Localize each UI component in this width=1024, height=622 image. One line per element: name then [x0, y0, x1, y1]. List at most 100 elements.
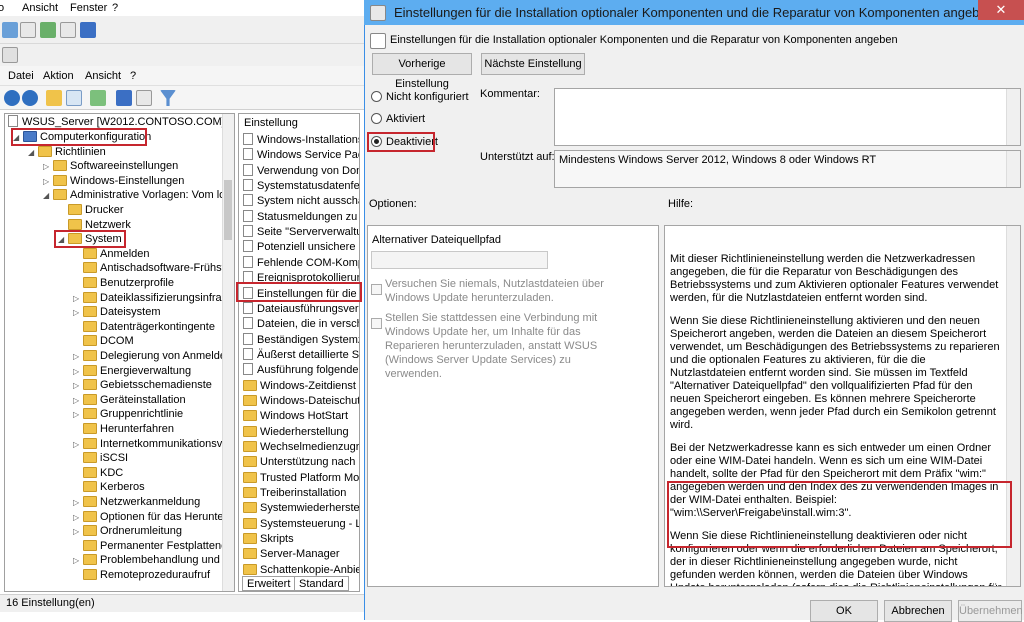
- settings-list-item[interactable]: Windows-Installationsdatei: [243, 133, 359, 148]
- help-icon[interactable]: [116, 90, 132, 106]
- settings-list-item[interactable]: Unterstützung nach "Zugriff verweigert": [243, 455, 359, 470]
- collapsed-arrow-icon[interactable]: ▷: [43, 174, 53, 189]
- page-icon[interactable]: [20, 22, 36, 38]
- settings-list-item[interactable]: Skripts: [243, 532, 294, 547]
- settings-list-item[interactable]: Wechselmedienzugriff: [243, 440, 359, 455]
- settings-list-item[interactable]: Dateien, die in verschlüsselten: [243, 317, 359, 332]
- collapsed-arrow-icon[interactable]: ▷: [73, 553, 83, 568]
- settings-list-item[interactable]: System nicht ausschalten: [243, 194, 359, 209]
- collapsed-arrow-icon[interactable]: ▷: [73, 510, 83, 525]
- menu-item-view[interactable]: Ansicht: [22, 2, 58, 14]
- settings-list-item[interactable]: Wiederherstellung: [243, 425, 349, 440]
- settings-list-item[interactable]: Windows HotStart: [243, 409, 348, 424]
- apply-button[interactable]: Übernehmen: [958, 600, 1023, 622]
- tree-item[interactable]: Remoteprozeduraufruf: [73, 568, 210, 583]
- filter-icon[interactable]: [160, 90, 176, 106]
- collapsed-arrow-icon[interactable]: ▷: [73, 407, 83, 422]
- properties-icon[interactable]: [136, 90, 152, 106]
- export-list-icon[interactable]: [90, 90, 106, 106]
- menu-item-help[interactable]: ?: [112, 2, 118, 14]
- tree-item[interactable]: ▷ Windows-Einstellungen: [43, 174, 184, 189]
- cancel-button[interactable]: Abbrechen: [884, 600, 952, 622]
- export-icon[interactable]: [60, 22, 76, 38]
- settings-list-item[interactable]: Ausführung folgender Programme: [243, 363, 359, 378]
- tab-extended[interactable]: Erweitert: [242, 576, 296, 591]
- tab-standard[interactable]: Standard: [294, 576, 349, 591]
- alt-path-input[interactable]: [371, 251, 548, 269]
- tree-item[interactable]: iSCSI: [73, 451, 128, 466]
- next-setting-button[interactable]: Nächste Einstellung: [481, 53, 585, 75]
- comment-textarea[interactable]: [554, 88, 1021, 146]
- settings-list-item[interactable]: Windows-Zeitdienst: [243, 379, 356, 394]
- ok-button[interactable]: OK: [810, 600, 878, 622]
- collapsed-arrow-icon[interactable]: ▷: [73, 378, 83, 393]
- settings-list-item[interactable]: Verwendung von Domänen: [243, 163, 359, 179]
- collapsed-arrow-icon[interactable]: ▷: [73, 524, 83, 539]
- list-header[interactable]: Einstellung: [244, 116, 298, 131]
- menu-ansicht[interactable]: Ansicht: [85, 70, 121, 82]
- close-button[interactable]: ✕: [978, 0, 1024, 20]
- tree-item[interactable]: Antischadsoftware-Frühstart: [73, 261, 234, 276]
- settings-list-item[interactable]: Systemwiederherstellung: [243, 501, 359, 516]
- tree-item[interactable]: Drucker: [58, 203, 124, 218]
- show-tree-icon[interactable]: [66, 90, 82, 106]
- tree-item[interactable]: ▷ Softwareeinstellungen: [43, 159, 178, 174]
- settings-list-item[interactable]: Windows-Dateischutz: [243, 394, 359, 409]
- previous-setting-button[interactable]: Vorherige Einstellung: [372, 53, 472, 90]
- menu-aktion[interactable]: Aktion: [43, 70, 74, 82]
- tree-item[interactable]: Benutzerprofile: [73, 276, 174, 291]
- tree-item[interactable]: Herunterfahren: [73, 422, 174, 437]
- refresh-icon[interactable]: [40, 22, 56, 38]
- up-folder-icon[interactable]: [46, 90, 62, 106]
- tree-item[interactable]: ▷ Geräteinstallation: [73, 393, 186, 408]
- tree-item[interactable]: Datenträgerkontingente: [73, 320, 215, 335]
- expanded-arrow-icon[interactable]: ◢: [43, 188, 53, 203]
- supported-scrollbar[interactable]: [1006, 151, 1020, 187]
- tree-item[interactable]: KDC: [73, 466, 123, 481]
- tree-item[interactable]: ▷ Delegierung von Anmeldeinformationen: [73, 349, 234, 364]
- tree-item[interactable]: ◢ Administrative Vorlagen: Vom lokalen: [43, 188, 234, 203]
- settings-list-item[interactable]: Trusted Platform Module: [243, 471, 359, 486]
- tree-item[interactable]: ▷ Internetkommunikationsverwaltung: [73, 437, 234, 452]
- settings-list-item[interactable]: Dateiausführungsverhinderung: [243, 301, 359, 317]
- comment-scrollbar[interactable]: [1006, 89, 1020, 145]
- expanded-arrow-icon[interactable]: ◢: [28, 145, 38, 160]
- tree-item[interactable]: ◢ Richtlinien: [28, 145, 106, 160]
- checkbox-never-download[interactable]: [371, 284, 382, 295]
- back-icon[interactable]: [2, 22, 18, 38]
- settings-list-item[interactable]: Systemsteuerung - Leistung: [243, 517, 359, 532]
- menu-help[interactable]: ?: [130, 70, 136, 82]
- tree-item[interactable]: ▷ Gebietsschemadienste: [73, 378, 212, 393]
- tree-item[interactable]: ▷ Optionen für das Herunterfahren: [73, 510, 234, 525]
- tree-item[interactable]: Kerberos: [73, 480, 145, 495]
- tree-item[interactable]: ▷ Dateiklassifizierungsinfrastruktur: [73, 291, 234, 306]
- checkbox-windows-update[interactable]: [371, 318, 382, 329]
- settings-list-item[interactable]: Systemstatusdatenfeature: [243, 179, 359, 194]
- collapsed-arrow-icon[interactable]: ▷: [73, 291, 83, 306]
- settings-list-item[interactable]: Server-Manager: [243, 547, 339, 562]
- settings-list-item[interactable]: Fehlende COM-Komponenten: [243, 255, 359, 271]
- collapsed-arrow-icon[interactable]: ▷: [73, 393, 83, 408]
- menu-item-file-partial[interactable]: o: [0, 2, 4, 14]
- tree-item[interactable]: Anmelden: [73, 247, 150, 262]
- settings-list-item[interactable]: Statusmeldungen zu Neustart: [243, 209, 359, 225]
- radio-enabled[interactable]: Aktiviert: [371, 113, 425, 125]
- settings-list-item[interactable]: Windows Service Pack-Installationsdatei: [243, 148, 359, 163]
- collapsed-arrow-icon[interactable]: ▷: [73, 495, 83, 510]
- collapsed-arrow-icon[interactable]: ▷: [73, 349, 83, 364]
- tree-item[interactable]: Permanenter Festplattencache: [73, 539, 234, 554]
- tree-item[interactable]: ▷ Gruppenrichtlinie: [73, 407, 183, 422]
- collapsed-arrow-icon[interactable]: ▷: [73, 364, 83, 379]
- settings-list-item[interactable]: Seite "Serververwaltung": [243, 225, 359, 240]
- tree-item[interactable]: ▷ Dateisystem: [73, 305, 161, 320]
- menu-datei[interactable]: Datei: [8, 70, 34, 82]
- tree-item[interactable]: ▷ Energieverwaltung: [73, 364, 191, 379]
- forward-arrow-icon[interactable]: [22, 90, 38, 106]
- tree-item[interactable]: ▷ Problembehandlung und Diagnose: [73, 553, 234, 568]
- collapsed-arrow-icon[interactable]: ▷: [43, 159, 53, 174]
- tree-item[interactable]: ▷ Ordnerumleitung: [73, 524, 182, 539]
- radio-not-configured[interactable]: Nicht konfiguriert: [371, 91, 469, 103]
- tree-scroll-thumb[interactable]: [224, 180, 232, 240]
- settings-list-item[interactable]: Äußerst detaillierte Statusmeldungen: [243, 347, 359, 363]
- settings-list-item[interactable]: Potenziell unsichere Funktionen: [243, 240, 359, 255]
